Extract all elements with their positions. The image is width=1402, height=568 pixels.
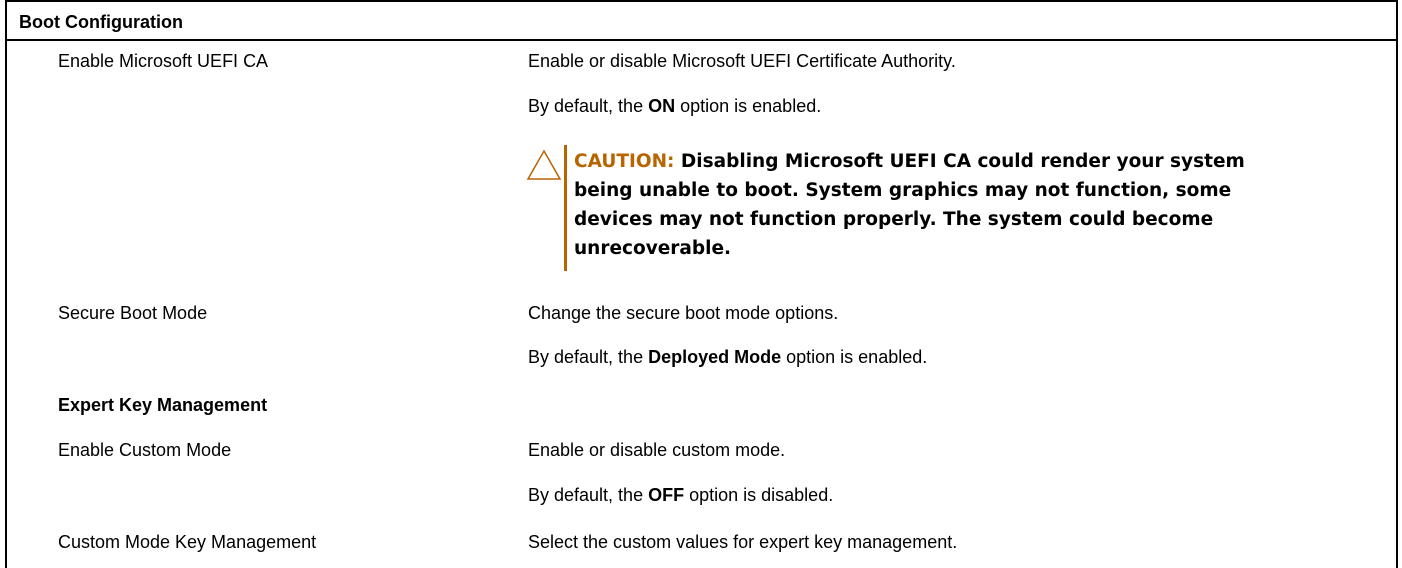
caution-note: CAUTION: Disabling Microsoft UEFI CA cou… bbox=[526, 145, 1245, 271]
subsection-heading-expert-key-management: Expert Key Management bbox=[58, 395, 268, 415]
table-header: Boot Configuration bbox=[7, 0, 1396, 41]
warning-triangle-icon bbox=[526, 149, 562, 180]
option-description-custom-mode: Enable or disable custom mode. bbox=[528, 440, 786, 460]
default-value-uefi-ca: ON bbox=[648, 96, 676, 116]
default-value-secure-boot-mode: Deployed Mode bbox=[648, 347, 782, 367]
option-description-custom-key-management: Select the custom values for expert key … bbox=[528, 532, 958, 552]
default-note-uefi-ca: By default, the ON option is enabled. bbox=[528, 96, 822, 116]
option-label-secure-boot-mode: Secure Boot Mode bbox=[58, 303, 208, 323]
section-title: Boot Configuration bbox=[19, 12, 183, 32]
option-description-secure-boot-mode: Change the secure boot mode options. bbox=[528, 303, 839, 323]
option-description-uefi-ca: Enable or disable Microsoft UEFI Certifi… bbox=[528, 51, 956, 71]
caution-bar bbox=[564, 145, 567, 271]
default-note-secure-boot-mode: By default, the Deployed Mode option is … bbox=[528, 347, 928, 367]
option-label-custom-key-management: Custom Mode Key Management bbox=[58, 532, 317, 552]
default-value-custom-mode: OFF bbox=[648, 485, 685, 505]
default-note-custom-mode: By default, the OFF option is disabled. bbox=[528, 485, 834, 505]
caution-keyword: CAUTION: bbox=[574, 151, 675, 172]
option-label-uefi-ca: Enable Microsoft UEFI CA bbox=[58, 51, 269, 71]
option-label-custom-mode: Enable Custom Mode bbox=[58, 440, 232, 460]
boot-configuration-table: Boot Configuration Enable Microsoft UEFI… bbox=[5, 0, 1398, 568]
caution-text: CAUTION: Disabling Microsoft UEFI CA cou… bbox=[574, 151, 1245, 259]
